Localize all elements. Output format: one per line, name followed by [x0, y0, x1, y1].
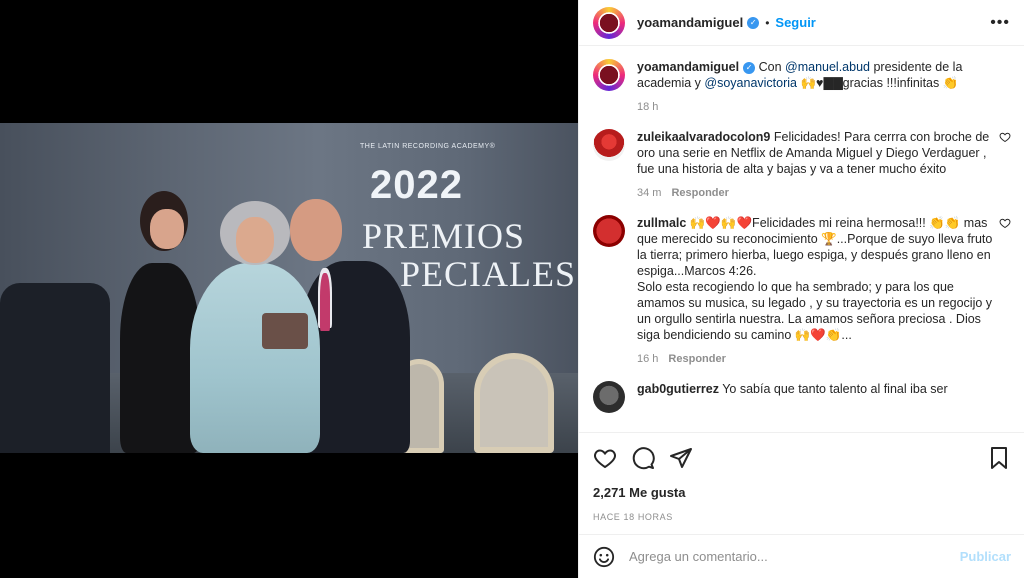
post-sidebar: yoamandamiguel ✓ • Seguir ••• yoamandami…: [578, 0, 1024, 578]
caption-text: 🙌♥▇▇gracias !!!infinitas 👏: [797, 76, 959, 90]
caption-content: yoamandamiguel ✓ Con @manuel.abud preside…: [637, 59, 997, 115]
separator-dot: •: [765, 15, 770, 30]
post-modal: THE LATIN RECORDING ACADEMY® 2022 PREMIO…: [0, 0, 1024, 578]
avatar[interactable]: [593, 129, 625, 161]
like-heart-icon[interactable]: [593, 446, 617, 470]
comment-input[interactable]: [629, 549, 960, 564]
caption-meta: 18 h: [637, 99, 997, 115]
comment-content: zullmalc 🙌❤️🙌❤️Felicidades mi reina herm…: [637, 215, 997, 367]
reply-button[interactable]: Responder: [671, 187, 728, 199]
crowd-figures: [0, 283, 110, 453]
trophy: [262, 313, 308, 349]
avatar[interactable]: [593, 6, 625, 39]
comment-text: 🙌❤️🙌❤️Felicidades mi reina hermosa!!! 👏👏…: [637, 216, 993, 278]
like-comment-heart-icon[interactable]: [999, 131, 1011, 143]
comment-username[interactable]: gab0gutierrez: [637, 382, 719, 396]
backdrop-title-line2: PECIALES: [400, 254, 577, 294]
caption-text: Con: [755, 60, 786, 74]
username-link[interactable]: yoamandamiguel: [637, 15, 743, 30]
emoji-smiley-icon[interactable]: [593, 546, 615, 568]
person-center-dress: [190, 263, 320, 453]
post-comment-button[interactable]: Publicar: [960, 549, 1011, 564]
like-comment-heart-icon[interactable]: [999, 217, 1011, 229]
comment-time[interactable]: 16 h: [637, 353, 658, 365]
comment-text: Yo sabía que tanto talento al final iba …: [718, 382, 948, 396]
comments-list[interactable]: yoamandamiguel ✓ Con @manuel.abud preside…: [579, 47, 1024, 431]
comment-username[interactable]: zullmalc: [637, 216, 686, 230]
comment-content: gab0gutierrez Yo sabía que tanto talento…: [637, 381, 997, 413]
backdrop-academy-text: THE LATIN RECORDING ACADEMY®: [360, 143, 496, 150]
post-photo[interactable]: THE LATIN RECORDING ACADEMY® 2022 PREMIO…: [0, 123, 578, 453]
likes-count[interactable]: 2,271 Me gusta: [593, 485, 1011, 500]
person-left-face: [150, 209, 184, 249]
comment-row: zullmalc 🙌❤️🙌❤️Felicidades mi reina herm…: [593, 215, 1011, 367]
mention-link[interactable]: @soyanavictoria: [704, 76, 797, 90]
comment-meta: 34 m Responder: [637, 185, 997, 201]
avatar[interactable]: [593, 381, 625, 413]
follow-button[interactable]: Seguir: [775, 15, 815, 30]
comment-composer: Publicar: [579, 534, 1024, 578]
person-right-tie: [320, 273, 330, 331]
more-options-icon[interactable]: •••: [990, 14, 1010, 32]
post-timestamp[interactable]: HACE 18 HORAS: [593, 512, 1011, 522]
save-bookmark-icon[interactable]: [987, 446, 1011, 470]
share-paper-plane-icon[interactable]: [669, 446, 693, 470]
caption-row: yoamandamiguel ✓ Con @manuel.abud preside…: [593, 59, 1011, 115]
comment-text: Solo esta recogiendo lo que ha sembrado;…: [637, 280, 993, 342]
backdrop-title-line1: PREMIOS: [362, 216, 526, 256]
comment-content: zuleikaalvaradocolon9 Felicidades! Para …: [637, 129, 997, 201]
reply-button[interactable]: Responder: [668, 353, 725, 365]
person-left-body: [120, 263, 200, 453]
person-right-head: [290, 199, 342, 261]
comment-row: zuleikaalvaradocolon9 Felicidades! Para …: [593, 129, 1011, 201]
verified-icon: ✓: [747, 16, 760, 29]
chair-right: [474, 353, 554, 453]
comment-username[interactable]: zuleikaalvaradocolon9: [637, 130, 770, 144]
verified-icon: ✓: [743, 61, 756, 74]
avatar[interactable]: [593, 59, 625, 91]
comment-row: gab0gutierrez Yo sabía que tanto talento…: [593, 381, 1011, 413]
comment-bubble-icon[interactable]: [631, 446, 655, 470]
action-bar: 2,271 Me gusta HACE 18 HORAS: [579, 432, 1024, 522]
mention-link[interactable]: @manuel.abud: [785, 60, 870, 74]
post-header: yoamandamiguel ✓ • Seguir •••: [579, 0, 1024, 46]
caption-username[interactable]: yoamandamiguel: [637, 60, 739, 74]
comment-time[interactable]: 34 m: [637, 187, 661, 199]
action-icons: [593, 443, 1011, 473]
backdrop-year-text: 2022: [370, 163, 463, 207]
avatar[interactable]: [593, 215, 625, 247]
post-media: THE LATIN RECORDING ACADEMY® 2022 PREMIO…: [0, 0, 578, 578]
caption-time[interactable]: 18 h: [637, 101, 658, 113]
person-center-face: [236, 217, 274, 263]
comment-meta: 16 h Responder: [637, 351, 997, 367]
